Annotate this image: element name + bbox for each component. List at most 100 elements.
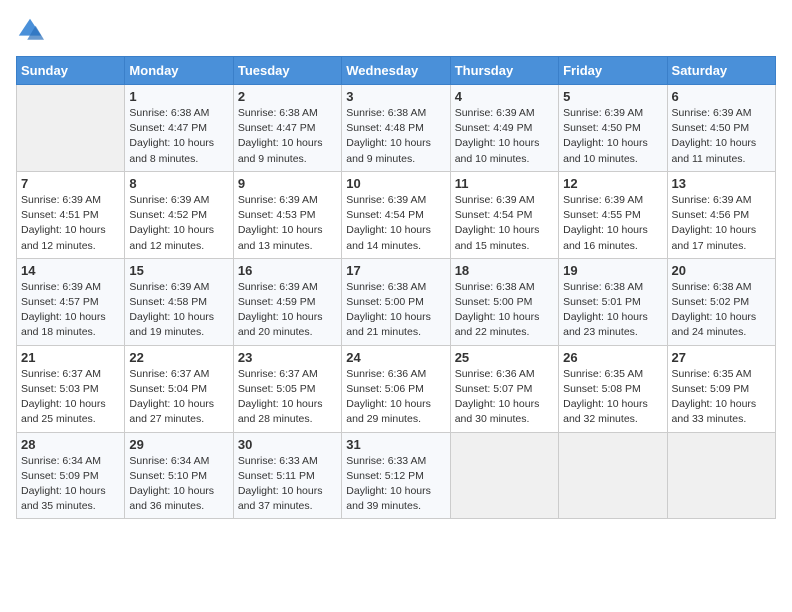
- cell-w3-d3: 16Sunrise: 6:39 AM Sunset: 4:59 PM Dayli…: [233, 258, 341, 345]
- cell-w4-d5: 25Sunrise: 6:36 AM Sunset: 5:07 PM Dayli…: [450, 345, 558, 432]
- week-row-5: 28 Sunrise: 6:34 AM Sunset: 5:09 PM Dayli…: [17, 432, 776, 519]
- day-number: 13: [672, 176, 771, 191]
- week-row-2: 7 Sunrise: 6:39 AM Sunset: 4:51 PM Daylig…: [17, 171, 776, 258]
- cell-w2-d3: 9 Sunrise: 6:39 AM Sunset: 4:53 PM Daylig…: [233, 171, 341, 258]
- week-row-4: 21 Sunrise: 6:37 AM Sunset: 5:03 PM Dayli…: [17, 345, 776, 432]
- day-info: Sunrise: 6:39 AM Sunset: 4:58 PM Dayligh…: [129, 280, 228, 341]
- day-info: Sunrise: 6:35 AM Sunset: 5:09 PM Dayligh…: [672, 367, 771, 428]
- day-info: Sunrise: 6:39 AM Sunset: 4:50 PM Dayligh…: [672, 106, 771, 167]
- day-number: 31: [346, 437, 445, 452]
- day-number: 7: [21, 176, 120, 191]
- logo-icon: [16, 16, 44, 44]
- day-number: 6: [672, 89, 771, 104]
- day-number: 11: [455, 176, 554, 191]
- cell-w4-d2: 22 Sunrise: 6:37 AM Sunset: 5:04 PM Dayli…: [125, 345, 233, 432]
- day-info: Sunrise: 6:35 AM Sunset: 5:08 PM Dayligh…: [563, 367, 662, 428]
- day-number: 30: [238, 437, 337, 452]
- day-info: Sunrise: 6:34 AM Sunset: 5:09 PM Dayligh…: [21, 454, 120, 515]
- day-number: 17: [346, 263, 445, 278]
- day-info: Sunrise: 6:39 AM Sunset: 4:54 PM Dayligh…: [346, 193, 445, 254]
- cell-w5-d2: 29Sunrise: 6:34 AM Sunset: 5:10 PM Dayli…: [125, 432, 233, 519]
- cell-w3-d1: 14 Sunrise: 6:39 AM Sunset: 4:57 PM Dayli…: [17, 258, 125, 345]
- day-number: 5: [563, 89, 662, 104]
- cell-w5-d4: 31 Sunrise: 6:33 AM Sunset: 5:12 PM Dayli…: [342, 432, 450, 519]
- day-info: Sunrise: 6:37 AM Sunset: 5:03 PM Dayligh…: [21, 367, 120, 428]
- cell-w1-d6: 5 Sunrise: 6:39 AM Sunset: 4:50 PM Daylig…: [559, 85, 667, 172]
- week-row-3: 14 Sunrise: 6:39 AM Sunset: 4:57 PM Dayli…: [17, 258, 776, 345]
- day-number: 26: [563, 350, 662, 365]
- cell-w4-d6: 26 Sunrise: 6:35 AM Sunset: 5:08 PM Dayli…: [559, 345, 667, 432]
- day-info: Sunrise: 6:33 AM Sunset: 5:11 PM Dayligh…: [238, 454, 337, 515]
- cell-w1-d2: 1 Sunrise: 6:38 AM Sunset: 4:47 PM Daylig…: [125, 85, 233, 172]
- cell-w5-d3: 30 Sunrise: 6:33 AM Sunset: 5:11 PM Dayli…: [233, 432, 341, 519]
- cell-w5-d1: 28 Sunrise: 6:34 AM Sunset: 5:09 PM Dayli…: [17, 432, 125, 519]
- cell-w3-d5: 18Sunrise: 6:38 AM Sunset: 5:00 PM Dayli…: [450, 258, 558, 345]
- day-info: Sunrise: 6:39 AM Sunset: 4:57 PM Dayligh…: [21, 280, 120, 341]
- day-info: Sunrise: 6:39 AM Sunset: 4:50 PM Dayligh…: [563, 106, 662, 167]
- day-number: 21: [21, 350, 120, 365]
- cell-w1-d7: 6 Sunrise: 6:39 AM Sunset: 4:50 PM Daylig…: [667, 85, 775, 172]
- cell-w2-d1: 7 Sunrise: 6:39 AM Sunset: 4:51 PM Daylig…: [17, 171, 125, 258]
- header-thursday: Thursday: [450, 57, 558, 85]
- day-info: Sunrise: 6:39 AM Sunset: 4:51 PM Dayligh…: [21, 193, 120, 254]
- page-header: [16, 16, 776, 44]
- day-number: 4: [455, 89, 554, 104]
- day-info: Sunrise: 6:38 AM Sunset: 4:47 PM Dayligh…: [238, 106, 337, 167]
- day-info: Sunrise: 6:39 AM Sunset: 4:52 PM Dayligh…: [129, 193, 228, 254]
- cell-w2-d2: 8 Sunrise: 6:39 AM Sunset: 4:52 PM Daylig…: [125, 171, 233, 258]
- day-info: Sunrise: 6:39 AM Sunset: 4:53 PM Dayligh…: [238, 193, 337, 254]
- cell-w5-d5: [450, 432, 558, 519]
- day-info: Sunrise: 6:39 AM Sunset: 4:54 PM Dayligh…: [455, 193, 554, 254]
- day-info: Sunrise: 6:37 AM Sunset: 5:04 PM Dayligh…: [129, 367, 228, 428]
- logo: [16, 16, 48, 44]
- header-tuesday: Tuesday: [233, 57, 341, 85]
- day-number: 22: [129, 350, 228, 365]
- day-number: 18: [455, 263, 554, 278]
- day-number: 23: [238, 350, 337, 365]
- header-friday: Friday: [559, 57, 667, 85]
- day-info: Sunrise: 6:39 AM Sunset: 4:49 PM Dayligh…: [455, 106, 554, 167]
- cell-w2-d4: 10 Sunrise: 6:39 AM Sunset: 4:54 PM Dayli…: [342, 171, 450, 258]
- day-number: 8: [129, 176, 228, 191]
- day-number: 20: [672, 263, 771, 278]
- cell-w3-d7: 20 Sunrise: 6:38 AM Sunset: 5:02 PM Dayli…: [667, 258, 775, 345]
- header-wednesday: Wednesday: [342, 57, 450, 85]
- cell-w5-d6: [559, 432, 667, 519]
- day-number: 14: [21, 263, 120, 278]
- day-number: 9: [238, 176, 337, 191]
- day-info: Sunrise: 6:38 AM Sunset: 5:02 PM Dayligh…: [672, 280, 771, 341]
- week-row-1: 1 Sunrise: 6:38 AM Sunset: 4:47 PM Daylig…: [17, 85, 776, 172]
- cell-w4-d1: 21 Sunrise: 6:37 AM Sunset: 5:03 PM Dayli…: [17, 345, 125, 432]
- day-info: Sunrise: 6:39 AM Sunset: 4:55 PM Dayligh…: [563, 193, 662, 254]
- day-number: 27: [672, 350, 771, 365]
- day-number: 12: [563, 176, 662, 191]
- day-number: 3: [346, 89, 445, 104]
- cell-w2-d6: 12 Sunrise: 6:39 AM Sunset: 4:55 PM Dayli…: [559, 171, 667, 258]
- cell-w2-d5: 11 Sunrise: 6:39 AM Sunset: 4:54 PM Dayli…: [450, 171, 558, 258]
- day-number: 1: [129, 89, 228, 104]
- day-number: 2: [238, 89, 337, 104]
- day-info: Sunrise: 6:38 AM Sunset: 4:47 PM Dayligh…: [129, 106, 228, 167]
- day-info: Sunrise: 6:33 AM Sunset: 5:12 PM Dayligh…: [346, 454, 445, 515]
- day-info: Sunrise: 6:36 AM Sunset: 5:06 PM Dayligh…: [346, 367, 445, 428]
- cell-w3-d2: 15Sunrise: 6:39 AM Sunset: 4:58 PM Dayli…: [125, 258, 233, 345]
- day-number: 25: [455, 350, 554, 365]
- cell-w5-d7: [667, 432, 775, 519]
- cell-w3-d4: 17 Sunrise: 6:38 AM Sunset: 5:00 PM Dayli…: [342, 258, 450, 345]
- day-number: 10: [346, 176, 445, 191]
- cell-w4-d7: 27 Sunrise: 6:35 AM Sunset: 5:09 PM Dayli…: [667, 345, 775, 432]
- day-info: Sunrise: 6:38 AM Sunset: 5:00 PM Dayligh…: [346, 280, 445, 341]
- day-info: Sunrise: 6:38 AM Sunset: 4:48 PM Dayligh…: [346, 106, 445, 167]
- day-number: 28: [21, 437, 120, 452]
- calendar-table: SundayMondayTuesdayWednesdayThursdayFrid…: [16, 56, 776, 519]
- cell-w1-d1: [17, 85, 125, 172]
- day-info: Sunrise: 6:37 AM Sunset: 5:05 PM Dayligh…: [238, 367, 337, 428]
- cell-w2-d7: 13Sunrise: 6:39 AM Sunset: 4:56 PM Dayli…: [667, 171, 775, 258]
- day-number: 29: [129, 437, 228, 452]
- cell-w1-d3: 2 Sunrise: 6:38 AM Sunset: 4:47 PM Daylig…: [233, 85, 341, 172]
- cell-w3-d6: 19Sunrise: 6:38 AM Sunset: 5:01 PM Dayli…: [559, 258, 667, 345]
- day-number: 19: [563, 263, 662, 278]
- cell-w1-d5: 4 Sunrise: 6:39 AM Sunset: 4:49 PM Daylig…: [450, 85, 558, 172]
- cell-w4-d4: 24Sunrise: 6:36 AM Sunset: 5:06 PM Dayli…: [342, 345, 450, 432]
- header-monday: Monday: [125, 57, 233, 85]
